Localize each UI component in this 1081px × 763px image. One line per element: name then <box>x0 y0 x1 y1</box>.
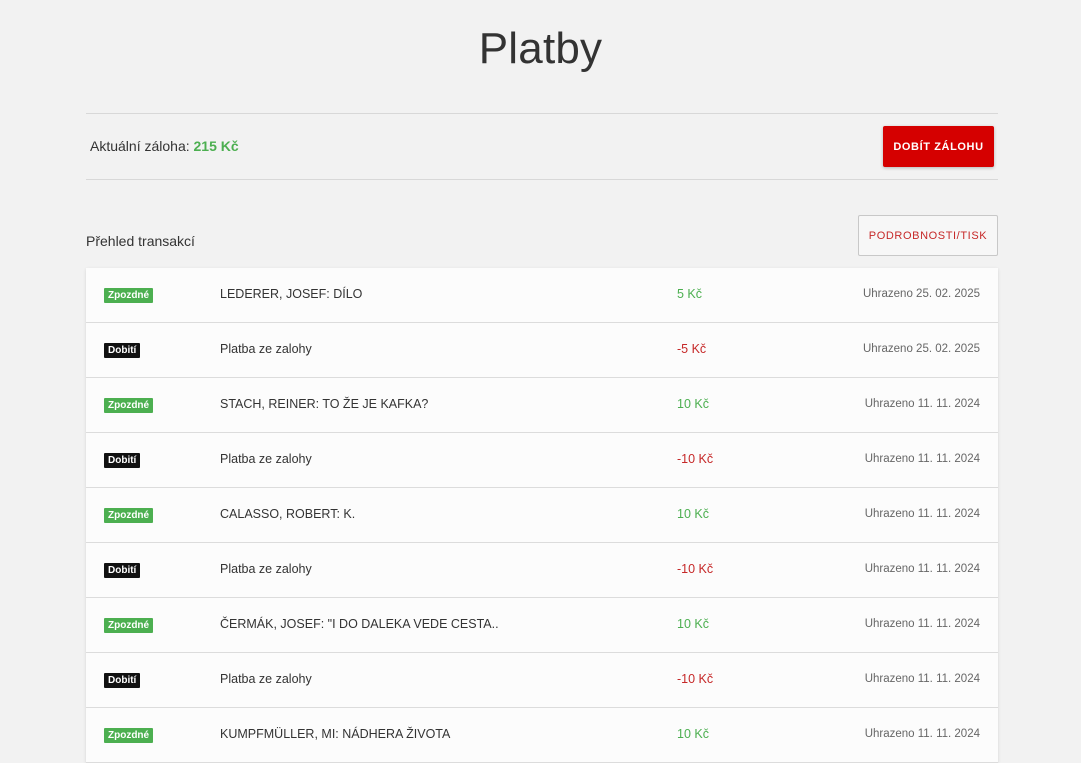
transaction-description: ČERMÁK, JOSEF: "I DO DALEKA VEDE CESTA.. <box>220 617 499 631</box>
transaction-description: Platba ze zalohy <box>220 672 312 686</box>
transaction-status: Uhrazeno 11. 11. 2024 <box>864 618 980 630</box>
transaction-badge: Dobití <box>104 343 141 358</box>
transaction-badge: Dobití <box>104 453 141 468</box>
balance-bar: Aktuální záloha: 215 Kč DOBÍT ZÁLOHU <box>86 113 998 180</box>
transaction-status: Uhrazeno 25. 02. 2025 <box>862 288 980 300</box>
transaction-badge: Dobití <box>104 563 141 578</box>
transaction-status: Uhrazeno 11. 11. 2024 <box>864 453 980 465</box>
details-print-button[interactable]: PODROBNOSTI/TISK <box>858 215 998 256</box>
transaction-row: Zpozdné ČERMÁK, JOSEF: "I DO DALEKA VEDE… <box>86 598 998 653</box>
transaction-list: Zpozdné LEDERER, JOSEF: DÍLO 5 Kč Uhraze… <box>86 268 998 763</box>
transaction-status: Uhrazeno 25. 02. 2025 <box>862 343 980 355</box>
transaction-badge: Zpozdné <box>104 508 154 523</box>
transaction-amount: 10 Kč <box>677 507 709 521</box>
transaction-amount: -10 Kč <box>677 452 714 466</box>
balance-amount: 215 Kč <box>193 138 239 154</box>
transaction-amount: 10 Kč <box>677 397 709 411</box>
transaction-row: Dobití Platba ze zalohy -5 Kč Uhrazeno 2… <box>86 323 998 378</box>
transaction-amount: 5 Kč <box>677 287 703 301</box>
transactions-title: Přehled transakcí <box>86 233 195 249</box>
transaction-badge: Zpozdné <box>104 728 154 743</box>
transaction-amount: 10 Kč <box>677 727 709 741</box>
transaction-row: Dobití Platba ze zalohy -10 Kč Uhrazeno … <box>86 433 998 488</box>
transaction-status: Uhrazeno 11. 11. 2024 <box>864 673 980 685</box>
transaction-description: LEDERER, JOSEF: DÍLO <box>220 287 363 301</box>
transaction-description: Platba ze zalohy <box>220 562 312 576</box>
transaction-amount: 10 Kč <box>677 617 709 631</box>
transaction-row: Dobití Platba ze zalohy -10 Kč Uhrazeno … <box>86 543 998 598</box>
transaction-badge: Zpozdné <box>104 288 154 303</box>
transaction-row: Zpozdné LEDERER, JOSEF: DÍLO 5 Kč Uhraze… <box>86 268 998 323</box>
transaction-badge: Zpozdné <box>104 398 154 413</box>
transaction-status: Uhrazeno 11. 11. 2024 <box>864 563 980 575</box>
transaction-row: Zpozdné CALASSO, ROBERT: K. 10 Kč Uhraze… <box>86 488 998 543</box>
transaction-description: Platba ze zalohy <box>220 342 312 356</box>
transaction-amount: -5 Kč <box>677 342 707 356</box>
transaction-status: Uhrazeno 11. 11. 2024 <box>864 398 980 410</box>
transaction-amount: -10 Kč <box>677 562 714 576</box>
transaction-badge: Dobití <box>104 673 141 688</box>
topup-button[interactable]: DOBÍT ZÁLOHU <box>883 126 994 167</box>
transaction-row: Zpozdné STACH, REINER: TO ŽE JE KAFKA? 1… <box>86 378 998 433</box>
transaction-status: Uhrazeno 11. 11. 2024 <box>864 508 980 520</box>
transaction-description: KUMPFMÜLLER, MI: NÁDHERA ŽIVOTA <box>220 727 451 741</box>
transaction-row: Dobití Platba ze zalohy -10 Kč Uhrazeno … <box>86 653 998 708</box>
balance-info: Aktuální záloha: 215 Kč <box>90 138 239 154</box>
transaction-status: Uhrazeno 11. 11. 2024 <box>864 728 980 740</box>
transaction-description: Platba ze zalohy <box>220 452 312 466</box>
transaction-badge: Zpozdné <box>104 618 154 633</box>
transaction-description: CALASSO, ROBERT: K. <box>220 507 356 521</box>
transaction-description: STACH, REINER: TO ŽE JE KAFKA? <box>220 397 429 411</box>
transaction-amount: -10 Kč <box>677 672 714 686</box>
page-title: Platby <box>478 24 603 73</box>
balance-label: Aktuální záloha: <box>90 138 190 154</box>
transaction-row: Zpozdné KUMPFMÜLLER, MI: NÁDHERA ŽIVOTA … <box>86 708 998 763</box>
